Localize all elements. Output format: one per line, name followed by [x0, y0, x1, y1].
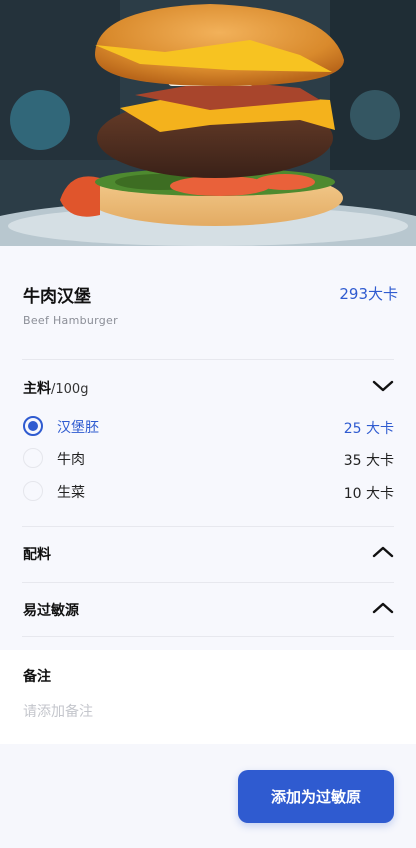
ingredient-calories: 25 大卡 — [343, 421, 394, 437]
notes-input[interactable] — [23, 700, 393, 724]
side-ingredients-header[interactable]: 配料 — [23, 542, 394, 566]
ingredient-calories: 10 大卡 — [343, 486, 394, 502]
main-ingredients-title: 主料/100g — [23, 378, 88, 398]
side-ingredients-title: 配料 — [23, 547, 51, 563]
ingredient-name: 汉堡胚 — [57, 420, 99, 436]
main-ingredients-label: 主料 — [23, 381, 51, 397]
notes-section: 备注 — [0, 650, 416, 744]
divider — [22, 582, 394, 583]
ingredient-item-beef[interactable]: 牛肉 35 大卡 — [23, 448, 394, 470]
food-photo — [0, 0, 416, 246]
radio-unselected-icon[interactable] — [23, 448, 43, 468]
allergens-header[interactable]: 易过敏源 — [23, 598, 394, 622]
add-allergen-button[interactable]: 添加为过敏原 — [238, 770, 394, 823]
ingredient-name: 牛肉 — [57, 452, 85, 468]
food-calories: 293大卡 — [339, 285, 398, 303]
food-name: 牛肉汉堡 — [23, 287, 91, 307]
food-name-english: Beef Hamburger — [23, 314, 118, 327]
chevron-up-icon[interactable] — [372, 600, 394, 616]
main-ingredients-header[interactable]: 主料/100g — [23, 376, 394, 400]
divider — [22, 526, 394, 527]
main-ingredients-unit: /100g — [51, 382, 89, 397]
divider — [22, 359, 394, 360]
ingredient-item-lettuce[interactable]: 生菜 10 大卡 — [23, 481, 394, 503]
burger-illustration — [0, 0, 416, 246]
divider — [22, 636, 394, 637]
food-detail-card: 牛肉汉堡 293大卡 Beef Hamburger 主料/100g 汉堡胚 25… — [0, 246, 416, 650]
radio-unselected-icon[interactable] — [23, 481, 43, 501]
chevron-down-icon[interactable] — [372, 378, 394, 394]
notes-title: 备注 — [23, 669, 51, 685]
chevron-up-icon[interactable] — [372, 544, 394, 560]
radio-selected-icon[interactable] — [23, 416, 43, 436]
food-title-row: 牛肉汉堡 293大卡 — [23, 282, 398, 307]
ingredient-name: 生菜 — [57, 485, 85, 501]
ingredient-item-bun[interactable]: 汉堡胚 25 大卡 — [23, 416, 394, 438]
ingredient-calories: 35 大卡 — [343, 453, 394, 469]
allergens-title: 易过敏源 — [23, 603, 79, 619]
